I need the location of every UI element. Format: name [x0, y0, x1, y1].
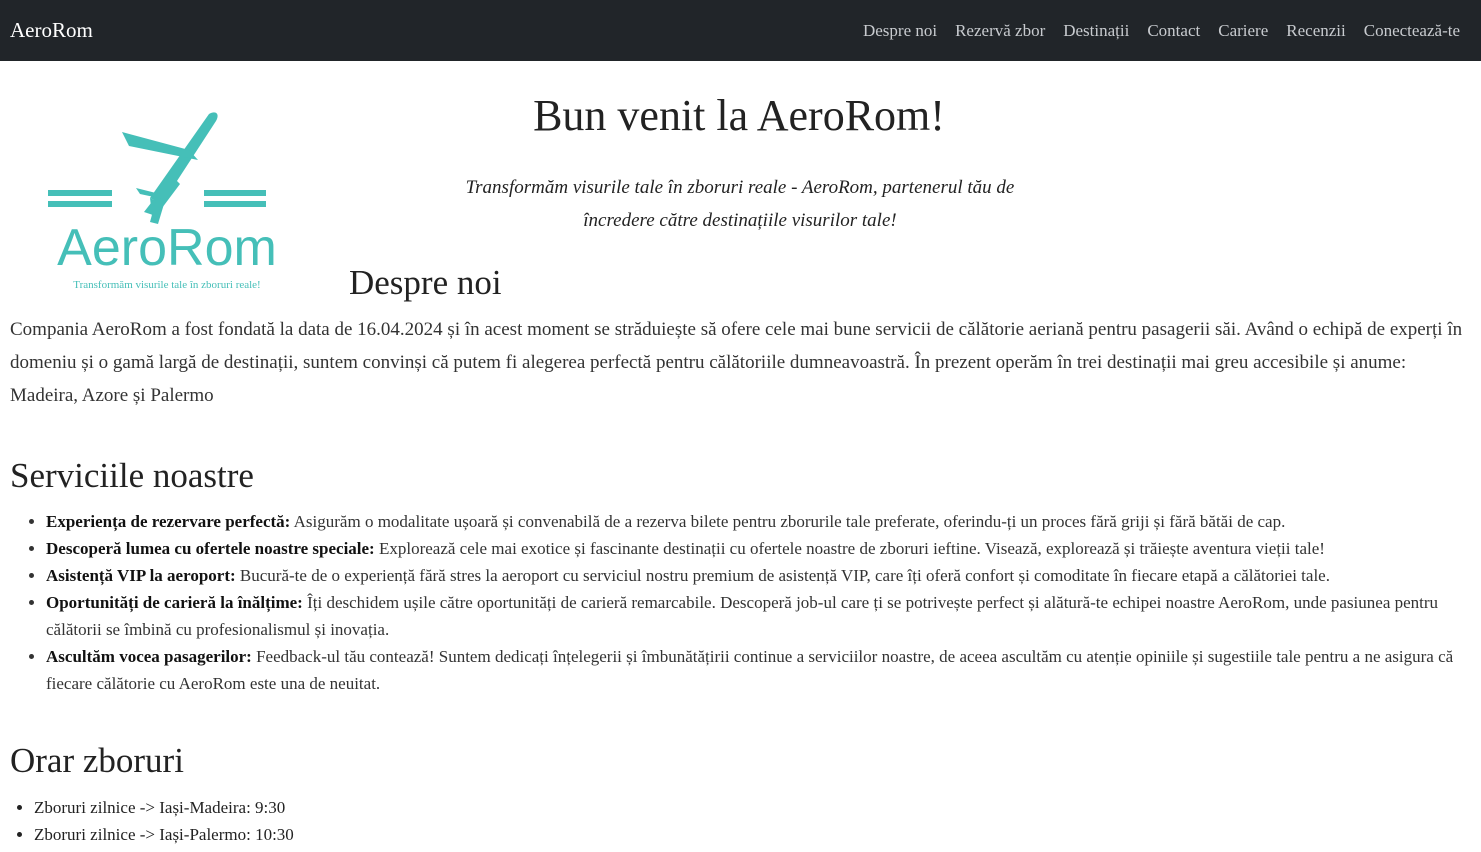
service-item: Experiența de rezervare perfectă: Asigur…	[46, 508, 1470, 535]
nav-link-rezerva-zbor[interactable]: Rezervă zbor	[955, 21, 1045, 41]
service-title: Experiența de rezervare perfectă:	[46, 512, 291, 531]
service-item: Descoperă lumea cu ofertele noastre spec…	[46, 535, 1470, 562]
nav-link-cariere[interactable]: Cariere	[1218, 21, 1268, 41]
schedule-item: Zboruri zilnice -> Iași-Palermo: 10:30	[34, 821, 294, 848]
service-item: Ascultăm vocea pasagerilor: Feedback-ul …	[46, 643, 1470, 697]
nav-link-despre-noi[interactable]: Despre noi	[863, 21, 937, 41]
service-description: Bucură-te de o experiență fără stres la …	[235, 566, 1330, 585]
services-heading: Serviciile noastre	[10, 456, 254, 495]
nav-links: Despre noi Rezervă zbor Destinații Conta…	[863, 21, 1471, 41]
service-description: Explorează cele mai exotice și fascinant…	[374, 539, 1325, 558]
page-title: Bun venit la AeroRom!	[533, 91, 945, 140]
service-item: Oportunități de carieră la înălțime: Îți…	[46, 589, 1470, 643]
nav-link-recenzii[interactable]: Recenzii	[1286, 21, 1345, 41]
services-list: Experiența de rezervare perfectă: Asigur…	[10, 508, 1470, 697]
service-description: Feedback-ul tău contează! Suntem dedicaț…	[46, 647, 1454, 693]
about-heading: Despre noi	[349, 263, 502, 302]
logo-line	[204, 201, 266, 207]
schedule-heading: Orar zboruri	[10, 741, 184, 780]
about-text: Compania AeroRom a fost fondată la data …	[10, 319, 1463, 406]
nav-link-conecteaza-te[interactable]: Conectează-te	[1364, 21, 1460, 41]
navbar: AeroRom Despre noi Rezervă zbor Destinaț…	[0, 0, 1481, 61]
service-title: Ascultăm vocea pasagerilor:	[46, 647, 252, 666]
service-title: Asistență VIP la aeroport:	[46, 566, 236, 585]
nav-link-contact[interactable]: Contact	[1147, 21, 1200, 41]
nav-link-destinatii[interactable]: Destinații	[1063, 21, 1129, 41]
service-title: Descoperă lumea cu ofertele noastre spec…	[46, 539, 375, 558]
service-description: Asigurăm o modalitate ușoară și convenab…	[290, 512, 1286, 531]
service-item: Asistență VIP la aeroport: Bucură-te de …	[46, 562, 1470, 589]
logo-line	[48, 201, 112, 207]
service-title: Oportunități de carieră la înălțime:	[46, 593, 303, 612]
logo-line	[48, 190, 112, 196]
brand-link[interactable]: AeroRom	[10, 18, 93, 43]
logo-text: AeroRom	[57, 219, 277, 277]
logo-line	[204, 190, 266, 196]
tagline-line-2: încredere către destinațiile visurilor t…	[583, 210, 897, 231]
tagline: Transformăm visurile tale în zboruri rea…	[440, 171, 1040, 237]
schedule-list: Zboruri zilnice -> Iași-Madeira: 9:30 Zb…	[10, 794, 294, 848]
tagline-line-1: Transformăm visurile tale în zboruri rea…	[465, 177, 1015, 198]
schedule-item: Zboruri zilnice -> Iași-Madeira: 9:30	[34, 794, 294, 821]
logo-subtitle: Transformăm visurile tale în zboruri rea…	[73, 279, 260, 291]
